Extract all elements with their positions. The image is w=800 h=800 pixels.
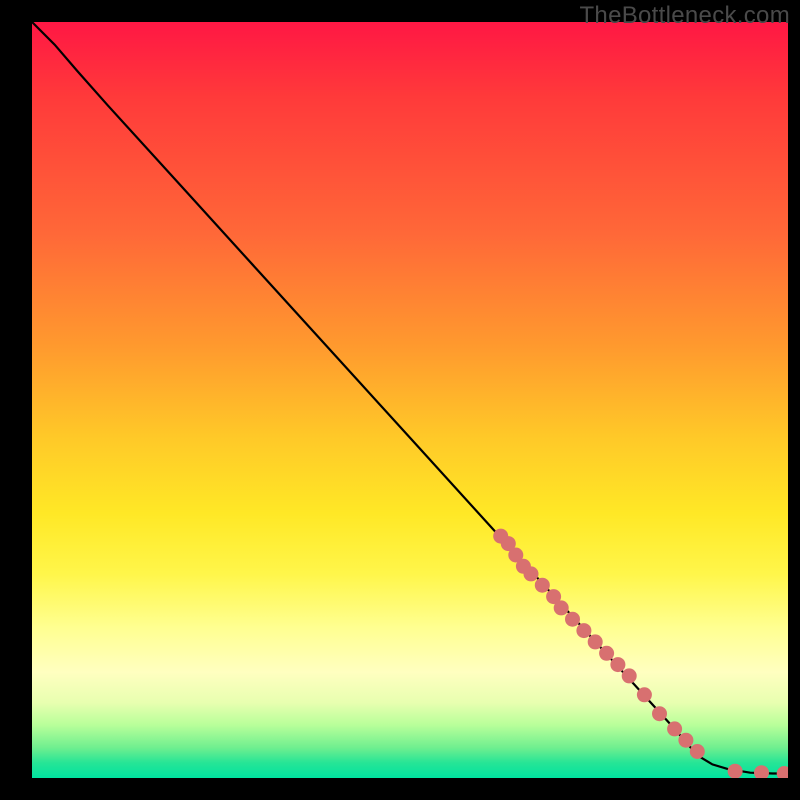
data-point <box>690 744 705 759</box>
data-point <box>576 623 591 638</box>
data-point <box>554 600 569 615</box>
data-point <box>777 766 788 778</box>
data-point <box>754 765 769 778</box>
chart-frame: TheBottleneck.com <box>0 0 800 800</box>
data-point <box>728 764 743 778</box>
data-point <box>622 668 637 683</box>
data-point <box>652 706 667 721</box>
data-point <box>535 578 550 593</box>
data-point <box>678 733 693 748</box>
bottleneck-curve <box>32 22 788 774</box>
plot-area <box>32 22 788 778</box>
data-points-group <box>493 529 788 778</box>
data-point <box>599 646 614 661</box>
watermark-text: TheBottleneck.com <box>579 2 790 30</box>
chart-svg <box>32 22 788 778</box>
data-point <box>637 687 652 702</box>
data-point <box>588 634 603 649</box>
data-point <box>565 612 580 627</box>
data-point <box>667 721 682 736</box>
data-point <box>610 657 625 672</box>
data-point <box>524 566 539 581</box>
